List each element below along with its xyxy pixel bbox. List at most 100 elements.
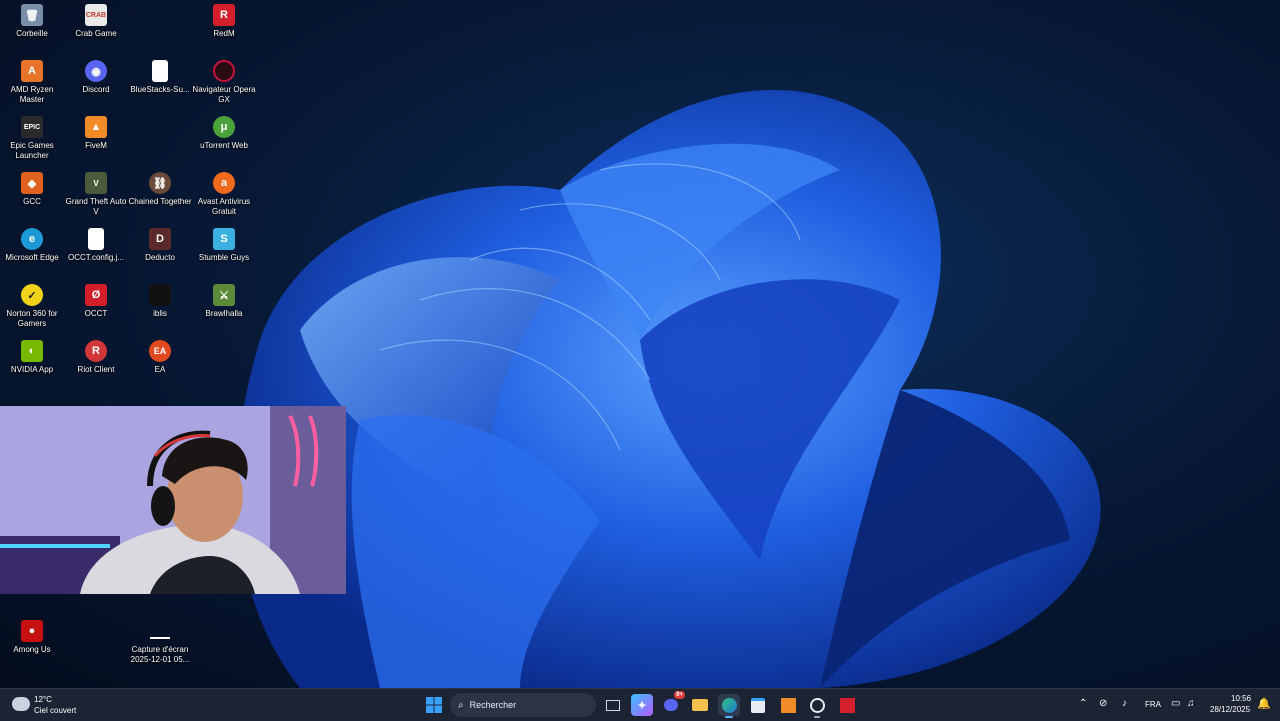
file-icon bbox=[152, 60, 168, 82]
desktop-icon-label: GCC bbox=[23, 197, 41, 206]
desktop-icon-occt-config[interactable]: OCCT.config.j... bbox=[64, 224, 128, 263]
desktop-icon-label: Crab Game bbox=[75, 29, 117, 38]
taskbar: 12°C Ciel couvert ⌕ Rechercher ✦ 9+ ⌃ ⊘ … bbox=[0, 688, 1280, 721]
desktop-icon-label: Avast Antivirus Gratuit bbox=[197, 197, 251, 216]
desktop-icon-stumble-guys[interactable]: S Stumble Guys bbox=[192, 224, 256, 263]
desktop-icon-screenshot-file[interactable]: Capture d'écran 2025-12-01 05... bbox=[128, 616, 192, 665]
discord-icon bbox=[664, 699, 678, 711]
copilot-icon: ✦ bbox=[637, 699, 647, 712]
desktop-icon-label: OCCT bbox=[84, 309, 108, 318]
taskbar-microsoft-store[interactable] bbox=[747, 694, 769, 716]
network-off-icon[interactable]: ⊘ bbox=[1099, 698, 1107, 709]
ea-icon: EA bbox=[149, 340, 171, 362]
desktop-icon-nvidia-app[interactable]: ◐ NVIDIA App bbox=[0, 336, 64, 375]
norton-icon: ✓ bbox=[21, 284, 43, 306]
desktop-icon-avast[interactable]: a Avast Antivirus Gratuit bbox=[192, 168, 256, 217]
cloud-icon bbox=[12, 697, 30, 711]
edge-icon bbox=[721, 697, 737, 713]
desktop-icon-fivem[interactable]: ▲ FiveM bbox=[64, 112, 128, 151]
desktop-icon-label: EA bbox=[154, 365, 166, 374]
task-view-button[interactable] bbox=[602, 694, 624, 716]
windows-logo-icon bbox=[426, 697, 442, 713]
desktop-icon-utorrent[interactable]: μ uTorrent Web bbox=[192, 112, 256, 151]
desktop-icon-microsoft-edge[interactable]: e Microsoft Edge bbox=[0, 224, 64, 263]
taskbar-obs[interactable] bbox=[806, 694, 828, 718]
desktop-icon-chained-together[interactable]: ⛓ Chained Together bbox=[128, 168, 192, 207]
store-icon bbox=[751, 697, 765, 713]
taskbar-file-explorer[interactable] bbox=[689, 694, 711, 716]
desktop-icon-among-us[interactable]: ● Among Us bbox=[0, 616, 64, 655]
recycle-bin-icon: 🗑 bbox=[21, 4, 43, 26]
desktop-icon-discord[interactable]: ◉ Discord bbox=[64, 56, 128, 95]
search-placeholder: Rechercher bbox=[469, 700, 517, 710]
show-hidden-icons-chevron-icon[interactable]: ⌃ bbox=[1079, 698, 1087, 709]
display-icon[interactable]: ▭ bbox=[1171, 698, 1180, 709]
language-indicator[interactable]: FRA bbox=[1145, 700, 1161, 709]
epic-games-icon: EPIC bbox=[21, 116, 43, 138]
desktop-icon-label: Navigateur Opera GX bbox=[192, 85, 256, 104]
volume-icon[interactable]: ♫ bbox=[1187, 698, 1195, 709]
task-view-icon bbox=[606, 699, 620, 711]
taskbar-search-box[interactable]: ⌕ Rechercher bbox=[450, 693, 596, 717]
taskbar-edge[interactable] bbox=[718, 694, 740, 718]
opera-gx-icon bbox=[213, 60, 235, 82]
redm-icon: R bbox=[213, 4, 235, 26]
desktop-icon-bluestacks-file[interactable]: BlueStacks-Su... bbox=[128, 56, 192, 95]
desktop-icon-ea[interactable]: EA EA bbox=[128, 336, 192, 375]
among-us-icon: ● bbox=[21, 620, 43, 642]
start-button[interactable] bbox=[423, 694, 445, 716]
microphone-icon[interactable]: ♪ bbox=[1122, 698, 1127, 709]
chained-together-icon: ⛓ bbox=[149, 172, 171, 194]
desktop-icon-brawlhalla[interactable]: ⚔ Brawlhalla bbox=[192, 280, 256, 319]
obs-icon bbox=[809, 697, 825, 713]
desktop-icon-label: BlueStacks-Su... bbox=[130, 85, 190, 94]
desktop-icon-recycle-bin[interactable]: 🗑 Corbeille bbox=[0, 0, 64, 39]
taskbar-copilot[interactable]: ✦ bbox=[631, 694, 653, 716]
desktop-icon-label: Chained Together bbox=[128, 197, 192, 206]
desktop-icon-opera-gx[interactable]: Navigateur Opera GX bbox=[192, 56, 256, 105]
taskbar-discord[interactable]: 9+ bbox=[660, 691, 685, 716]
desktop-icon-label: Among Us bbox=[13, 645, 51, 654]
weather-widget[interactable]: 12°C Ciel couvert bbox=[10, 693, 100, 717]
amd-ryzen-icon: A bbox=[21, 60, 43, 82]
notification-badge: 9+ bbox=[674, 691, 685, 699]
desktop-icon-deducto[interactable]: D Deducto bbox=[128, 224, 192, 263]
desktop-icon-occt[interactable]: Ø OCCT bbox=[64, 280, 128, 319]
desktop-icon-norton-360[interactable]: ✓ Norton 360 for Gamers bbox=[0, 280, 64, 329]
desktop-icon-label: NVIDIA App bbox=[10, 365, 54, 374]
desktop-icon-gcc[interactable]: ◆ GCC bbox=[0, 168, 64, 207]
desktop-icon-redm[interactable]: R RedM bbox=[192, 0, 256, 39]
desktop-icon-label: Brawlhalla bbox=[205, 309, 243, 318]
desktop-icon-label: AMD Ryzen Master bbox=[10, 85, 54, 104]
weather-description: Ciel couvert bbox=[34, 706, 77, 715]
nvidia-icon: ◐ bbox=[21, 340, 43, 362]
desktop-icon-amd-ryzen-master[interactable]: A AMD Ryzen Master bbox=[0, 56, 64, 105]
desktop-icon-epic-games[interactable]: EPIC Epic Games Launcher bbox=[0, 112, 64, 161]
occt-icon: Ø bbox=[85, 284, 107, 306]
desktop-icon-crab-game[interactable]: CRAB Crab Game bbox=[64, 0, 128, 39]
crab-game-icon: CRAB bbox=[85, 4, 107, 26]
riot-icon: R bbox=[85, 340, 107, 362]
taskbar-fivem[interactable] bbox=[777, 694, 799, 716]
notification-bell-icon[interactable]: 🔔 bbox=[1257, 697, 1271, 710]
weather-temperature: 12°C bbox=[34, 695, 52, 704]
desktop-icon-label: Norton 360 for Gamers bbox=[6, 309, 58, 328]
iblis-icon bbox=[149, 284, 171, 306]
desktop-icon-label: FiveM bbox=[85, 141, 107, 150]
file-icon bbox=[88, 228, 104, 250]
desktop-icon-gta-v[interactable]: V Grand Theft Auto V bbox=[64, 168, 128, 217]
avast-icon: a bbox=[213, 172, 235, 194]
stumble-guys-icon: S bbox=[213, 228, 235, 250]
screenshot-file-icon bbox=[149, 620, 171, 642]
desktop-icon-riot-client[interactable]: R Riot Client bbox=[64, 336, 128, 375]
gcc-icon: ◆ bbox=[21, 172, 43, 194]
desktop-icon-iblis[interactable]: iblis bbox=[128, 280, 192, 319]
deducto-icon: D bbox=[149, 228, 171, 250]
gta-icon: V bbox=[85, 172, 107, 194]
fivem-icon: ▲ bbox=[85, 116, 107, 138]
clock-time[interactable]: 10:56 bbox=[1231, 694, 1251, 703]
discord-icon: ◉ bbox=[85, 60, 107, 82]
desktop-icon-label: RedM bbox=[213, 29, 235, 38]
clock-date[interactable]: 28/12/2025 bbox=[1210, 705, 1250, 714]
taskbar-redm[interactable] bbox=[836, 694, 858, 716]
